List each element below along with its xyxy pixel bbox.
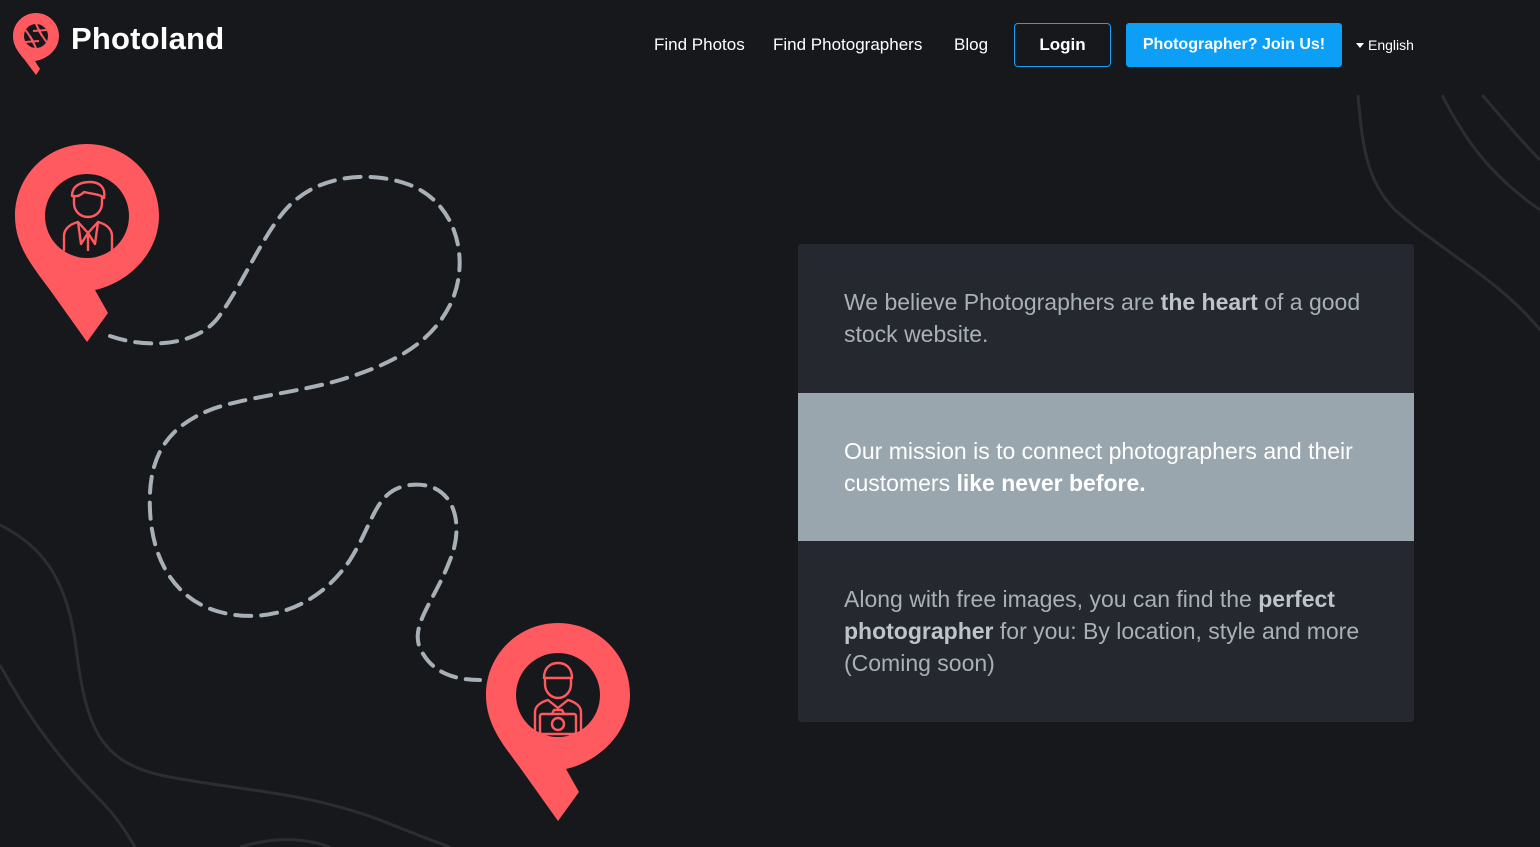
card-belief-bold: the heart xyxy=(1160,289,1258,315)
login-button[interactable]: Login xyxy=(1014,23,1111,67)
language-selector[interactable]: English xyxy=(1356,23,1414,67)
card-features: Along with free images, you can find the… xyxy=(798,541,1414,722)
card-features-text: Along with free images, you can find the xyxy=(844,586,1259,612)
language-label: English xyxy=(1368,37,1414,53)
dashed-route-path xyxy=(108,174,482,682)
card-mission: Our mission is to connect photographers … xyxy=(798,393,1414,541)
customer-location-pin xyxy=(15,144,159,342)
hero-illustration xyxy=(15,144,630,821)
card-belief-text: We believe Photographers are xyxy=(844,289,1161,315)
join-photographer-button[interactable]: Photographer? Join Us! xyxy=(1126,23,1342,67)
mission-cards: We believe Photographers are the heart o… xyxy=(798,244,1414,722)
nav-link-find-photographers[interactable]: Find Photographers xyxy=(773,23,922,67)
card-mission-bold: like never before. xyxy=(956,470,1146,496)
caret-down-icon xyxy=(1356,42,1364,48)
photographer-location-pin xyxy=(486,623,630,821)
card-belief: We believe Photographers are the heart o… xyxy=(798,244,1414,393)
page: Photoland Find Photos Find Photographers… xyxy=(0,0,1540,847)
nav-link-blog[interactable]: Blog xyxy=(954,23,988,67)
